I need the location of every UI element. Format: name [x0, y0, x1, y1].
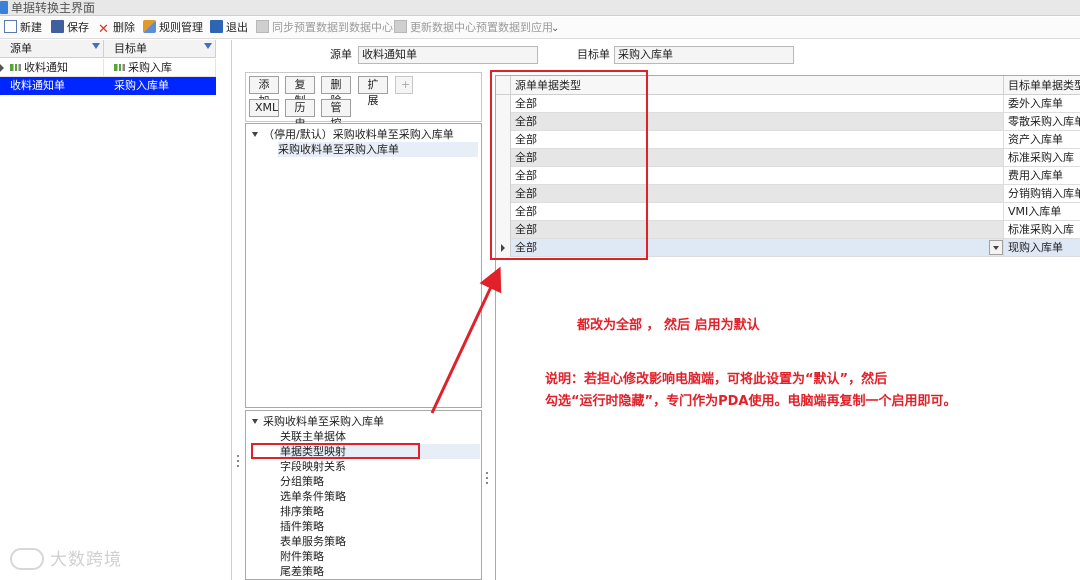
- annotation-note-line-2: 勾选“运行时隐藏”，专门作为PDA使用。电脑端再复制一个启用即可。: [545, 394, 957, 409]
- watermark: 大数跨境: [10, 545, 122, 570]
- annotation-note-line-1: 说明：若担心修改影响电脑端，可将此设置为“默认”，然后: [545, 372, 888, 387]
- watermark-text: 大数跨境: [50, 550, 122, 570]
- annotation-arrow: [430, 266, 502, 414]
- watermark-logo-icon: [10, 548, 44, 570]
- annotation-note-primary: 都改为全部 ， 然后 启用为默认: [577, 318, 760, 333]
- app-window: 单据转换主界面 新建 保存 ✕ 删除 规则管理 退出 同步预置数据到数据中心 更新…: [0, 0, 1080, 580]
- annotation-note-explanation: 说明：若担心修改影响电脑端，可将此设置为“默认”，然后 勾选“运行时隐藏”，专门…: [545, 369, 956, 413]
